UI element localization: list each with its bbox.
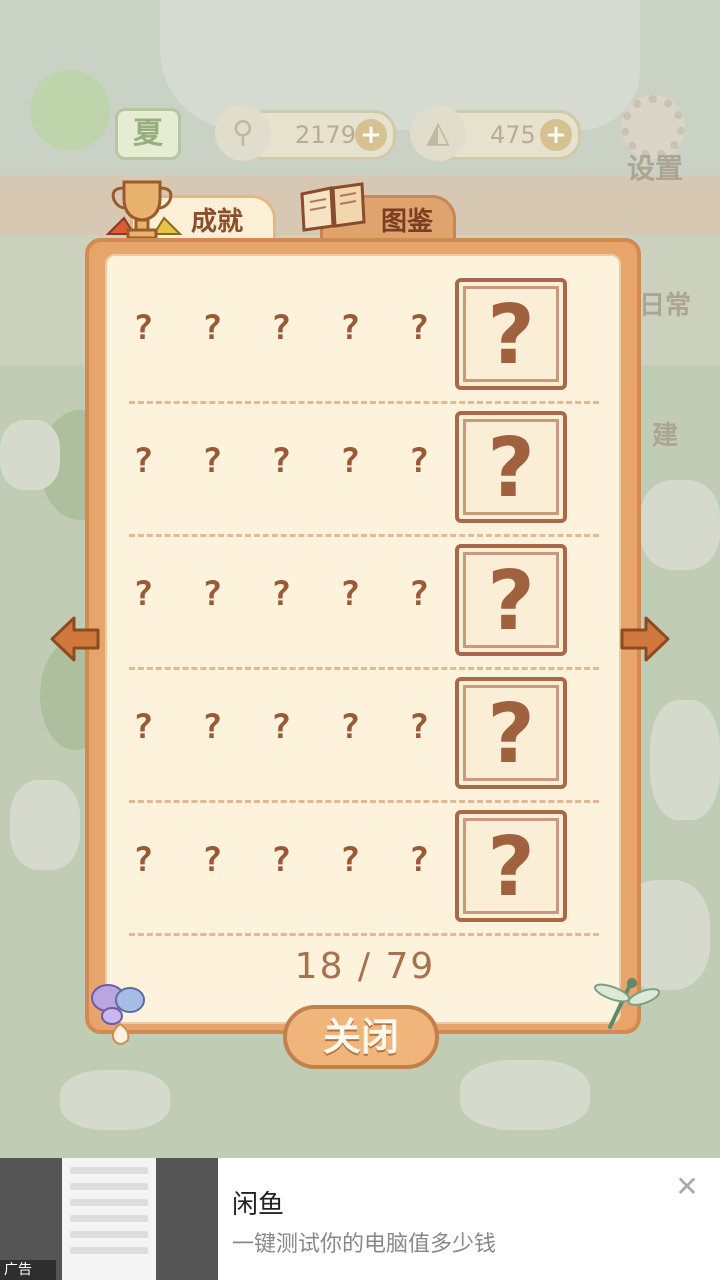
arrow-left-icon: [50, 616, 100, 662]
question-mark-icon: ?: [487, 421, 535, 516]
achievement-name: ? ? ? ? ?: [133, 840, 444, 880]
achievement-icon-box: ?: [455, 411, 567, 523]
list-item[interactable]: ? ? ? ? ? ?: [107, 256, 623, 404]
page-indicator: 18 / 79: [294, 946, 436, 987]
ad-close-button[interactable]: ✕: [672, 1172, 702, 1202]
achievement-icon-box: ?: [455, 810, 567, 922]
achievements-panel: ? ? ? ? ? ? ? ? ? ? ? ? ? ? ? ? ? ? ? ? …: [85, 238, 641, 1034]
list-item[interactable]: ? ? ? ? ? ?: [107, 522, 623, 670]
ad-banner[interactable]: 广告 闲鱼 一键测试你的电脑值多少钱 ✕: [0, 1158, 720, 1280]
achievement-name: ? ? ? ? ?: [133, 707, 444, 747]
achievement-name: ? ? ? ? ?: [133, 574, 444, 614]
book-icon: [300, 182, 366, 232]
next-page-button[interactable]: [618, 612, 672, 666]
close-button[interactable]: 关闭: [283, 1005, 439, 1069]
list-item[interactable]: ? ? ? ? ? ?: [107, 788, 623, 936]
ad-tag: 广告: [0, 1260, 56, 1280]
butterfly-icon: [91, 984, 145, 1045]
question-mark-icon: ?: [487, 820, 535, 915]
ad-thumbnail-card: [62, 1158, 156, 1280]
previous-page-button[interactable]: [48, 612, 102, 666]
achievement-icon-box: ?: [455, 677, 567, 789]
trophy-icon: [105, 180, 183, 240]
arrow-right-icon: [620, 616, 670, 662]
ad-title: 闲鱼: [232, 1190, 285, 1220]
achievements-list: ? ? ? ? ? ? ? ? ? ? ? ? ? ? ? ? ? ? ? ? …: [105, 254, 621, 1024]
dragonfly-icon: [593, 978, 660, 1029]
achievement-icon-box: ?: [455, 278, 567, 390]
ad-description: 一键测试你的电脑值多少钱: [232, 1232, 497, 1257]
achievement-name: ? ? ? ? ?: [133, 441, 444, 481]
list-item[interactable]: ? ? ? ? ? ?: [107, 389, 623, 537]
ad-thumbnail: 广告: [0, 1158, 218, 1280]
achievement-icon-box: ?: [455, 544, 567, 656]
question-mark-icon: ?: [487, 687, 535, 782]
list-item[interactable]: ? ? ? ? ? ?: [107, 655, 623, 803]
achievement-name: ? ? ? ? ?: [133, 308, 444, 348]
question-mark-icon: ?: [487, 554, 535, 649]
question-mark-icon: ?: [487, 288, 535, 383]
row-divider: [129, 933, 599, 936]
